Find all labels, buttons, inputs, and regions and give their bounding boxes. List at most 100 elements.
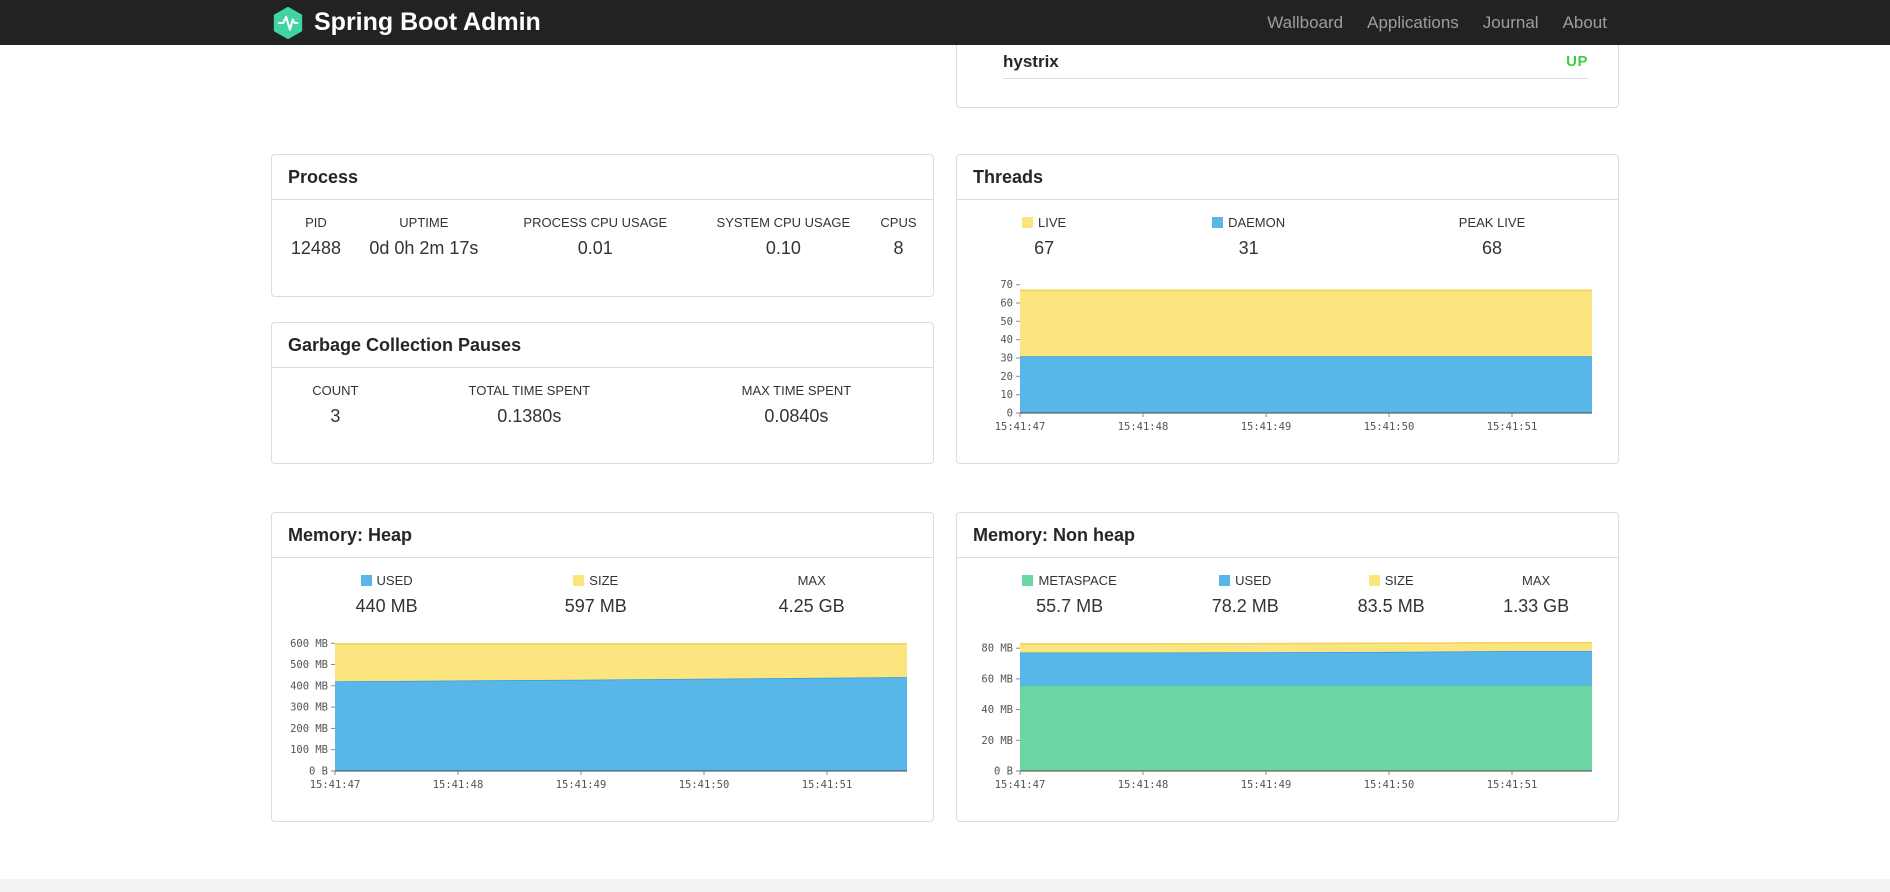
stat-system-cpu-usage: SYSTEM CPU USAGE 0.10	[693, 215, 874, 259]
stat-label: MAX TIME SPENT	[741, 383, 852, 398]
stat-label: USED	[282, 573, 491, 588]
svg-text:0 B: 0 B	[309, 766, 328, 778]
svg-text:15:41:51: 15:41:51	[1487, 779, 1538, 791]
gc-stats: COUNT 3 TOTAL TIME SPENT 0.1380s MAX TIM…	[272, 368, 933, 427]
threads-stats: LIVE 67 DAEMON 31 PEAK LIVE 68	[957, 200, 1618, 259]
metaspace-legend-swatch	[1022, 575, 1034, 586]
stat-label: USED	[1172, 573, 1318, 588]
svg-text:100 MB: 100 MB	[290, 744, 328, 756]
svg-text:80 MB: 80 MB	[981, 643, 1013, 655]
svg-text:0 B: 0 B	[994, 766, 1013, 778]
application-name[interactable]: hystrix	[1003, 52, 1059, 72]
navbar: Spring Boot Admin Wallboard Applications…	[0, 0, 1890, 45]
svg-text:0: 0	[1007, 408, 1013, 420]
stat-value: 4.25 GB	[778, 596, 845, 616]
nonheap-chart-container: 15:41:47 15:41:48 15:41:49 15:41:50 15:41:51…	[957, 617, 1618, 797]
svg-text:15:41:49: 15:41:49	[556, 779, 607, 791]
garbage-collection-panel-title: Garbage Collection Pauses	[272, 323, 933, 368]
threads-chart-container: 15:41:47 15:41:48 15:41:49 15:41:50 15:41:51…	[957, 259, 1618, 439]
stat-heap-size: SIZE 597 MB	[491, 573, 700, 617]
stat-label-text: DAEMON	[1228, 215, 1286, 230]
stat-label-text: USED	[376, 573, 413, 588]
stat-value: 8	[893, 238, 904, 258]
stat-label: TOTAL TIME SPENT	[468, 383, 591, 398]
process-stats: PID 12488 UPTIME 0d 0h 2m 17s PROCESS CP…	[272, 200, 933, 259]
stat-label: MAX	[1522, 573, 1551, 588]
memory-nonheap-chart: 15:41:47 15:41:48 15:41:49 15:41:50 15:41:51…	[981, 642, 1592, 791]
svg-text:600 MB: 600 MB	[290, 638, 328, 650]
svg-text:60 MB: 60 MB	[981, 673, 1013, 685]
daemon-legend-swatch	[1212, 217, 1224, 228]
svg-text:300 MB: 300 MB	[290, 702, 328, 714]
stat-value: 0.10	[765, 238, 801, 258]
status-badge: UP	[1566, 53, 1588, 70]
garbage-collection-panel: Garbage Collection Pauses COUNT 3 TOTAL …	[271, 322, 934, 464]
stat-value: 78.2 MB	[1211, 596, 1279, 616]
stat-process-cpu-usage: PROCESS CPU USAGE 0.01	[498, 215, 693, 259]
stat-label: PEAK LIVE	[1458, 215, 1526, 230]
bottom-strip	[0, 879, 1890, 892]
stat-nonheap-used: USED 78.2 MB	[1172, 573, 1318, 617]
stat-value: 0.01	[577, 238, 613, 258]
used-legend-swatch	[1219, 575, 1231, 586]
heap-chart-container: 15:41:47 15:41:48 15:41:49 15:41:50 15:41:51…	[272, 617, 933, 797]
stat-value: 31	[1238, 238, 1259, 258]
svg-text:15:41:47: 15:41:47	[995, 421, 1046, 433]
threads-chart: 15:41:47 15:41:48 15:41:49 15:41:50 15:41:51…	[995, 279, 1592, 433]
nav-applications[interactable]: Applications	[1355, 0, 1471, 45]
svg-text:15:41:50: 15:41:50	[1364, 779, 1415, 791]
stat-label-text: METASPACE	[1038, 573, 1117, 588]
brand[interactable]: Spring Boot Admin	[271, 6, 541, 40]
stat-value: 597 MB	[564, 596, 627, 616]
stat-uptime: UPTIME 0d 0h 2m 17s	[350, 215, 498, 259]
threads-panel-title: Threads	[957, 155, 1618, 200]
application-status-panel: hystrix UP	[956, 45, 1619, 108]
stat-label-text: LIVE	[1037, 215, 1067, 230]
stat-label: LIVE	[967, 215, 1121, 230]
stat-value: 83.5 MB	[1357, 596, 1425, 616]
stat-cpus: CPUS 8	[874, 215, 923, 259]
stat-threads-daemon: DAEMON 31	[1121, 215, 1376, 259]
application-row[interactable]: hystrix UP	[1003, 45, 1588, 79]
svg-text:200 MB: 200 MB	[290, 723, 328, 735]
svg-text:50: 50	[1000, 316, 1013, 328]
svg-text:15:41:50: 15:41:50	[1364, 421, 1415, 433]
stat-label: DAEMON	[1121, 215, 1376, 230]
memory-nonheap-panel: Memory: Non heap METASPACE 55.7 MB USED …	[956, 512, 1619, 822]
size-legend-swatch	[1368, 575, 1380, 586]
nav-journal[interactable]: Journal	[1471, 0, 1551, 45]
stat-threads-peak-live: PEAK LIVE 68	[1376, 215, 1608, 259]
used-legend-swatch	[360, 575, 372, 586]
svg-text:15:41:47: 15:41:47	[310, 779, 361, 791]
svg-text:10: 10	[1000, 389, 1013, 401]
stat-value: 0.0840s	[764, 406, 829, 426]
stat-label: PID	[305, 215, 327, 230]
stat-label: PROCESS CPU USAGE	[523, 215, 668, 230]
stat-label-text: SIZE	[1384, 573, 1414, 588]
stat-label: COUNT	[312, 383, 359, 398]
svg-text:15:41:48: 15:41:48	[433, 779, 484, 791]
stat-nonheap-size: SIZE 83.5 MB	[1318, 573, 1464, 617]
nav-about[interactable]: About	[1551, 0, 1619, 45]
nav-links: Wallboard Applications Journal About	[1255, 0, 1619, 45]
stat-value: 55.7 MB	[1036, 596, 1104, 616]
stat-label-text: USED	[1235, 573, 1272, 588]
memory-nonheap-panel-title: Memory: Non heap	[957, 513, 1618, 558]
threads-panel: Threads LIVE 67 DAEMON 31 PEAK LIVE 68 1…	[956, 154, 1619, 464]
memory-heap-panel: Memory: Heap USED 440 MB SIZE 597 MB MAX…	[271, 512, 934, 822]
stat-nonheap-max: MAX 1.33 GB	[1464, 573, 1608, 617]
stat-gc-max-time: MAX TIME SPENT 0.0840s	[670, 383, 923, 427]
stat-heap-used: USED 440 MB	[282, 573, 491, 617]
stat-label: SIZE	[491, 573, 700, 588]
size-legend-swatch	[573, 575, 585, 586]
stat-nonheap-metaspace: METASPACE 55.7 MB	[967, 573, 1172, 617]
svg-text:20 MB: 20 MB	[981, 735, 1013, 747]
svg-text:15:41:51: 15:41:51	[802, 779, 853, 791]
stat-value: 3	[330, 406, 341, 426]
stat-label-text: SIZE	[589, 573, 619, 588]
stat-label: SYSTEM CPU USAGE	[716, 215, 851, 230]
svg-text:20: 20	[1000, 371, 1013, 383]
svg-text:500 MB: 500 MB	[290, 659, 328, 671]
nav-wallboard[interactable]: Wallboard	[1255, 0, 1355, 45]
svg-text:15:41:49: 15:41:49	[1241, 421, 1292, 433]
